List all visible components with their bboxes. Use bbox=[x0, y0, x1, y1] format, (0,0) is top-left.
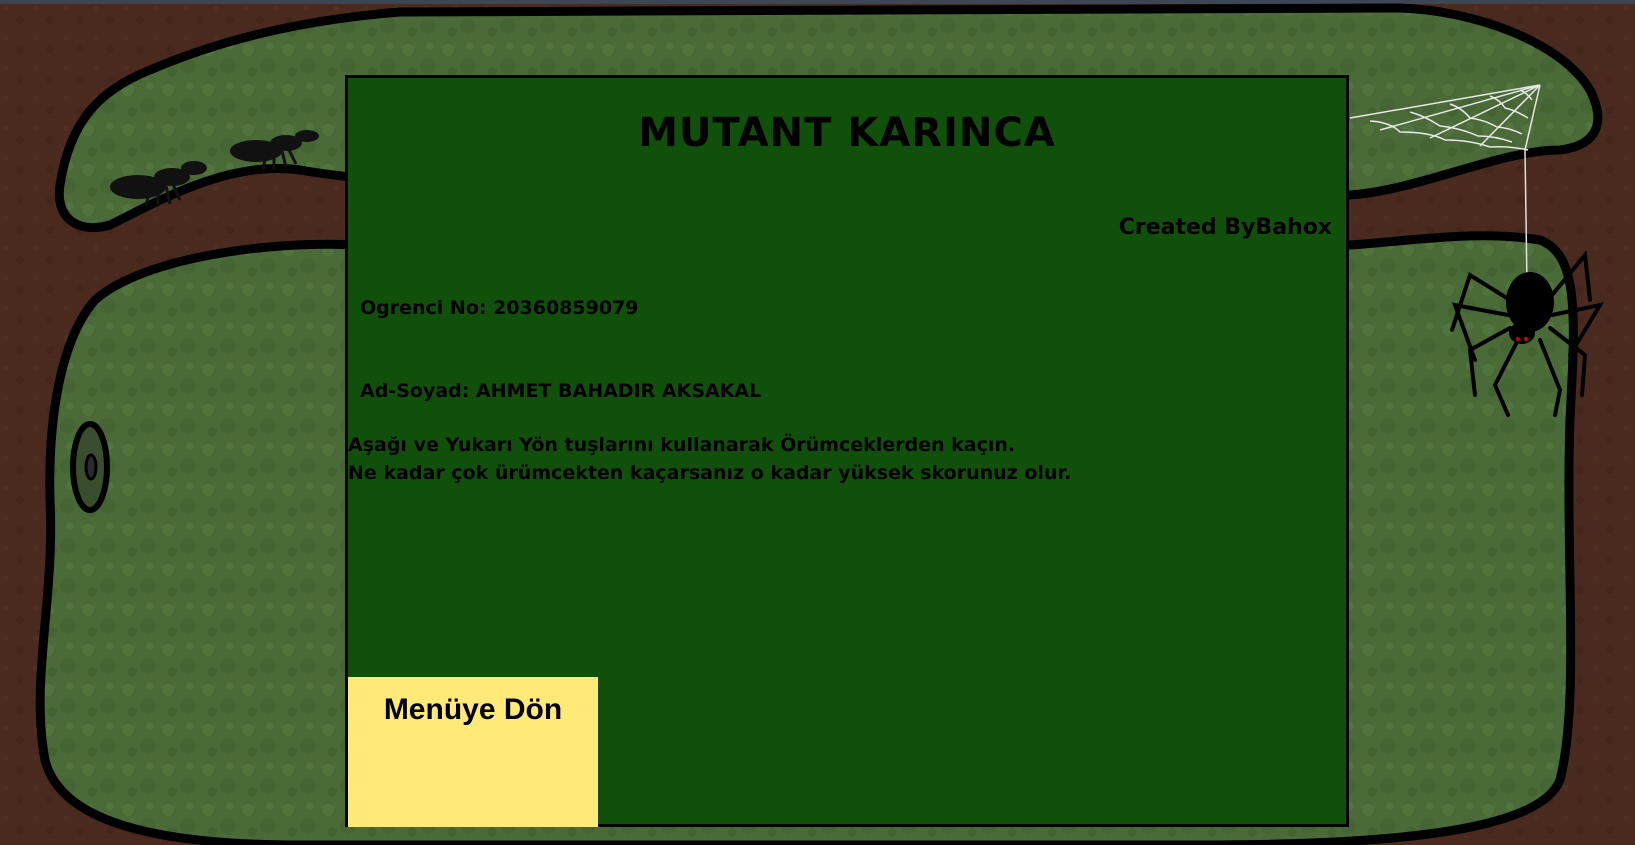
back-to-menu-button[interactable]: Menüye Dön bbox=[348, 677, 598, 827]
instructions: Aşağı ve Yukarı Yön tuşlarını kullanarak… bbox=[348, 431, 1071, 487]
instruction-line: Ne kadar çok ürümcekten kaçarsanız o kad… bbox=[348, 462, 1072, 484]
back-to-menu-label: Menüye Dön bbox=[383, 693, 563, 726]
game-title: MUTANT KARINCA bbox=[638, 110, 1056, 156]
credit-text: Created ByBahox bbox=[1118, 215, 1332, 240]
student-number: Ogrenci No: 20360859079 bbox=[360, 297, 639, 319]
student-name: Ad-Soyad: AHMET BAHADIR AKSAKAL bbox=[360, 380, 762, 402]
hole-icon bbox=[70, 421, 110, 513]
info-panel: MUTANT KARINCA Created ByBahox Ogrenci N… bbox=[345, 75, 1349, 827]
game-screen: MUTANT KARINCA Created ByBahox Ogrenci N… bbox=[0, 0, 1635, 845]
instruction-line: Aşağı ve Yukarı Yön tuşlarını kullanarak… bbox=[348, 434, 1016, 456]
